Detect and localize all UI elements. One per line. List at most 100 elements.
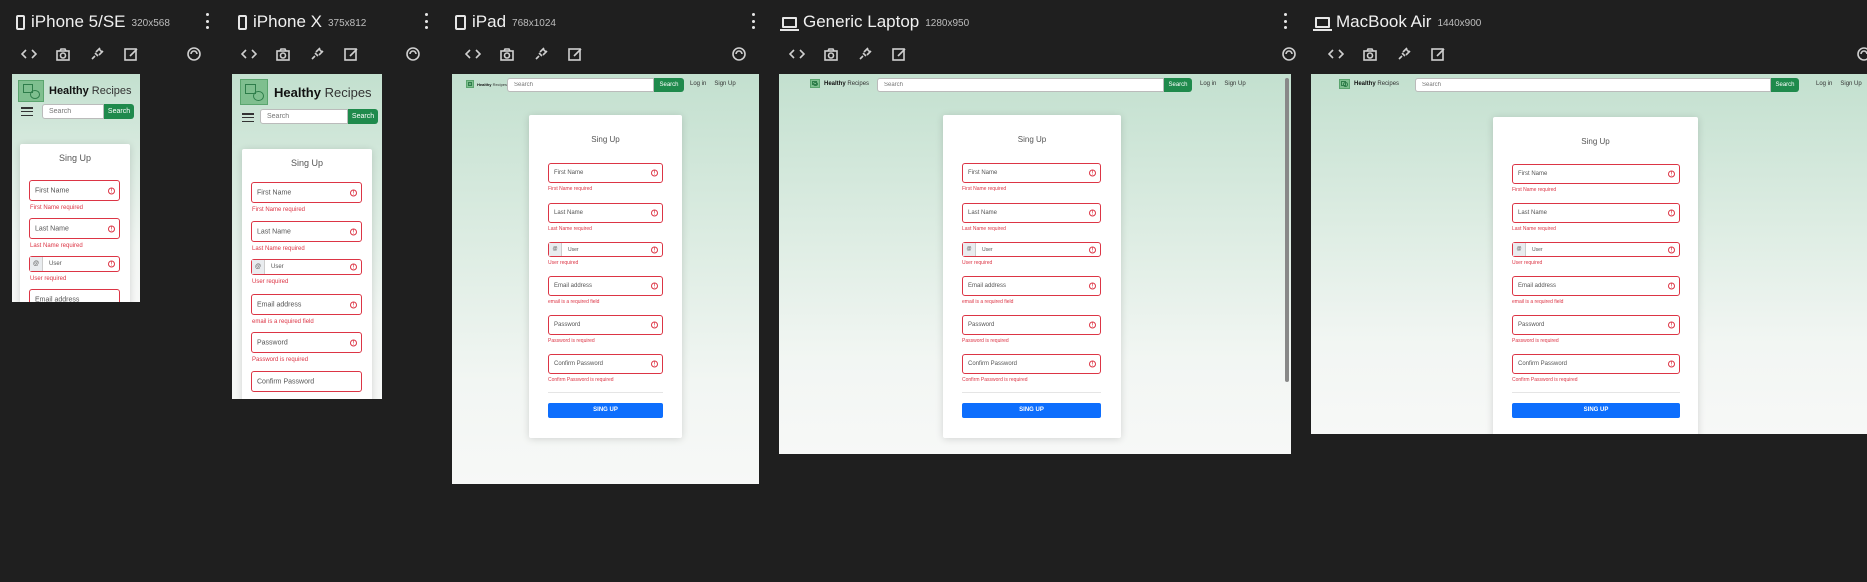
plug-icon[interactable] (308, 46, 326, 64)
signup-link[interactable]: Sign Up (714, 81, 735, 87)
password-error: Password is required (1512, 338, 1559, 344)
user-field[interactable]: @ User! (251, 259, 362, 275)
menu-icon[interactable] (242, 113, 254, 122)
last-name-error: Last Name required (548, 226, 592, 232)
search-button[interactable]: Search (654, 78, 684, 92)
login-link[interactable]: Log in (1200, 81, 1216, 87)
plug-icon[interactable] (532, 46, 550, 64)
plug-icon[interactable] (1395, 46, 1413, 64)
site-logo[interactable]: Healthy Recipes (466, 80, 507, 88)
code-icon[interactable] (464, 46, 482, 64)
site-logo[interactable]: Healthy Recipes (18, 80, 132, 102)
email-field[interactable]: Email address! (548, 276, 663, 296)
site-logo[interactable]: Healthy Recipes (810, 79, 869, 88)
rotate-icon[interactable] (404, 46, 422, 64)
rotate-icon[interactable] (185, 46, 203, 64)
site-logo[interactable]: Healthy Recipes (240, 79, 372, 105)
password-field[interactable]: Password! (251, 332, 362, 353)
more-options-icon[interactable] (751, 13, 755, 29)
edit-icon[interactable] (566, 46, 584, 64)
confirm-password-field[interactable]: Confirm Password! (1512, 354, 1680, 374)
email-field[interactable]: Email address! (962, 276, 1101, 296)
first-name-error: First Name required (962, 186, 1007, 192)
user-error: User required (30, 276, 67, 282)
user-field[interactable]: @ User! (962, 242, 1101, 257)
code-icon[interactable] (1327, 46, 1345, 64)
more-options-icon[interactable] (205, 13, 209, 29)
camera-icon[interactable] (1361, 46, 1379, 64)
first-name-field[interactable]: First Name! (962, 163, 1101, 183)
last-name-field[interactable]: Last Name! (251, 221, 362, 242)
camera-icon[interactable] (498, 46, 516, 64)
confirm-password-field[interactable]: Confirm Password! (962, 354, 1101, 374)
rotate-icon[interactable] (1855, 46, 1867, 64)
signup-button[interactable]: SING UP (1512, 403, 1680, 418)
search-bar: Search (877, 78, 1192, 92)
search-input[interactable] (877, 78, 1164, 92)
code-icon[interactable] (20, 46, 38, 64)
email-field[interactable]: Email address (29, 289, 120, 302)
search-input[interactable] (42, 104, 104, 119)
login-link[interactable]: Log in (1816, 81, 1832, 87)
code-icon[interactable] (788, 46, 806, 64)
edit-icon[interactable] (122, 46, 140, 64)
plug-icon[interactable] (856, 46, 874, 64)
last-name-field[interactable]: Last Name! (1512, 203, 1680, 223)
signup-button[interactable]: SING UP (548, 403, 663, 418)
search-button[interactable]: Search (104, 104, 134, 119)
plug-icon[interactable] (88, 46, 106, 64)
last-name-field[interactable]: Last Name! (548, 203, 663, 223)
menu-icon[interactable] (21, 107, 33, 116)
search-button[interactable]: Search (1164, 78, 1192, 92)
edit-icon[interactable] (890, 46, 908, 64)
warning-icon: ! (350, 263, 357, 271)
form-title: Sing Up (290, 158, 324, 168)
email-field[interactable]: Email address! (1512, 276, 1680, 296)
brand-name: Healthy Recipes (1354, 81, 1400, 87)
confirm-password-field[interactable]: Confirm Password (251, 371, 362, 392)
edit-icon[interactable] (342, 46, 360, 64)
more-options-icon[interactable] (1283, 13, 1287, 29)
camera-icon[interactable] (274, 46, 292, 64)
user-error: User required (252, 279, 289, 285)
last-name-error: Last Name required (962, 226, 1006, 232)
rotate-icon[interactable] (1280, 46, 1298, 64)
search-button[interactable]: Search (348, 109, 378, 124)
camera-icon[interactable] (822, 46, 840, 64)
first-name-field[interactable]: First Name! (29, 180, 120, 201)
last-name-field[interactable]: Last Name! (29, 218, 120, 239)
first-name-field[interactable]: First Name! (548, 163, 663, 183)
email-error: email is a required field (1512, 299, 1564, 305)
email-field[interactable]: Email address! (251, 294, 362, 315)
device-toolbar (20, 46, 205, 64)
password-field[interactable]: Password! (962, 315, 1101, 335)
last-name-error: Last Name required (252, 246, 305, 252)
divider (962, 392, 1101, 393)
search-input[interactable] (260, 109, 348, 124)
signup-link[interactable]: Sign Up (1224, 81, 1245, 87)
password-field[interactable]: Password! (1512, 315, 1680, 335)
scrollbar[interactable] (1285, 78, 1289, 382)
search-button[interactable]: Search (1771, 78, 1799, 92)
password-field[interactable]: Password! (548, 315, 663, 335)
search-input[interactable] (1415, 78, 1771, 92)
user-field[interactable]: @ User! (1512, 242, 1680, 257)
signup-button[interactable]: SING UP (962, 403, 1101, 418)
form-title: Sing Up (58, 153, 92, 163)
user-field[interactable]: @ User! (29, 256, 120, 272)
edit-icon[interactable] (1429, 46, 1447, 64)
warning-icon: ! (350, 301, 357, 308)
rotate-icon[interactable] (730, 46, 748, 64)
first-name-field[interactable]: First Name! (1512, 164, 1680, 184)
login-link[interactable]: Log in (690, 81, 706, 87)
user-field[interactable]: @ User! (548, 242, 663, 257)
signup-link[interactable]: Sign Up (1840, 81, 1861, 87)
last-name-field[interactable]: Last Name! (962, 203, 1101, 223)
code-icon[interactable] (240, 46, 258, 64)
first-name-field[interactable]: First Name! (251, 182, 362, 203)
camera-icon[interactable] (54, 46, 72, 64)
confirm-password-field[interactable]: Confirm Password! (548, 354, 663, 374)
more-options-icon[interactable] (424, 13, 428, 29)
site-logo[interactable]: Healthy Recipes (1339, 79, 1399, 89)
search-input[interactable] (507, 78, 654, 92)
